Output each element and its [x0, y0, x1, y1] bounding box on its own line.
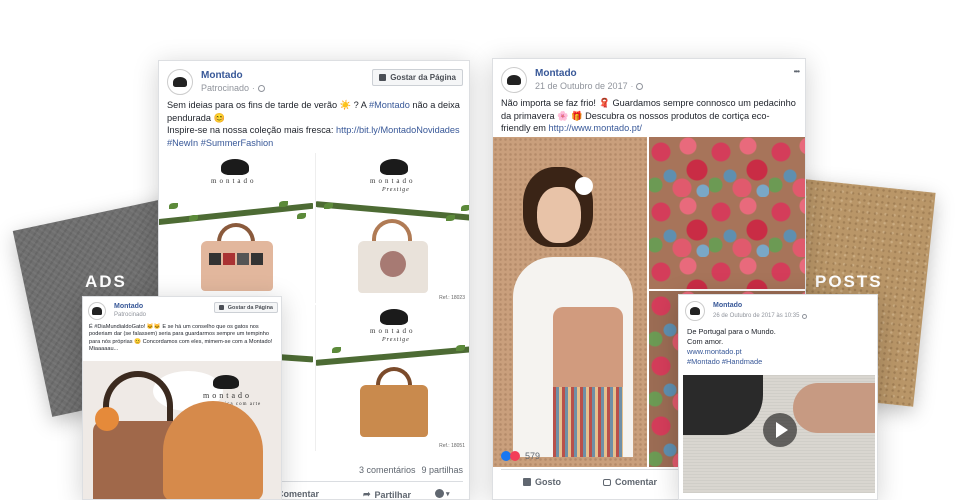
thumbs-up-icon	[379, 74, 387, 81]
like-page-label: Gostar da Página	[227, 304, 273, 311]
posts-label: POSTS	[815, 272, 883, 291]
small-post-text: De Portugal para o Mundo. Com amor. www.…	[687, 327, 873, 367]
brand-wordmark: montado	[211, 177, 257, 185]
more-options-icon[interactable]: •••	[794, 67, 800, 76]
ad-post-text: Sem ideias para os fins de tarde de verã…	[167, 100, 460, 148]
model-photo[interactable]	[493, 137, 647, 467]
like-label: Gosto	[535, 477, 561, 487]
website-link[interactable]: http://www.montado.pt/	[549, 123, 642, 133]
sponsored-label: Patrocinado	[114, 312, 147, 318]
montado-ads-posts-collage: ADS POSTS Montado Patrocinado · Gostar d…	[0, 0, 960, 500]
small-ad-card: Montado Patrocinado Gostar da Página É #…	[82, 296, 282, 500]
like-button[interactable]: Gosto	[523, 477, 561, 487]
product-photo-1[interactable]: montado	[159, 153, 313, 303]
share-button[interactable]: ➦ Partilhar	[363, 489, 412, 500]
play-icon[interactable]	[763, 413, 797, 447]
shares-count[interactable]: 9 partilhas	[422, 465, 464, 475]
thumbs-up-icon	[523, 478, 531, 486]
page-name[interactable]: Montado	[201, 69, 265, 82]
montado-tree-icon	[221, 159, 249, 175]
tree-logo-icon	[172, 76, 188, 88]
small-video-post-card: Montado 26 de Outubro de 2017 às 10:35 D…	[678, 294, 878, 500]
product-photo-2[interactable]: montado Prestige Ref.: 18023	[315, 153, 469, 303]
handbag-image	[360, 385, 428, 437]
post-meta: 21 de Outubro de 2017 ·	[535, 80, 644, 93]
model-face	[537, 187, 581, 243]
sponsored-label: Patrocinado	[201, 83, 250, 93]
post-date[interactable]: 21 de Outubro de 2017	[535, 80, 628, 93]
product-ref: Ref.: 18023	[439, 295, 465, 301]
comment-label: Comentar	[615, 477, 658, 487]
brand-sub: Prestige	[382, 337, 410, 343]
page-name[interactable]: Montado	[114, 302, 146, 311]
cat-bag-photo[interactable]: montado cortiça com arte	[83, 361, 281, 499]
comment-icon	[603, 478, 611, 486]
montado-tree-icon	[380, 159, 408, 175]
brand-wordmark: montado	[370, 327, 416, 335]
love-reaction-icon	[510, 451, 520, 461]
small-ad-header: Montado Patrocinado Gostar da Página	[88, 302, 278, 320]
globe-icon	[257, 85, 265, 92]
small-ad-text: É #DiaMundialdoGato! 🐱🐱 E se há um conse…	[89, 324, 273, 353]
post-date[interactable]: 26 de Outubro de 2017 às 10:35	[713, 311, 799, 321]
handbag-image	[358, 241, 428, 293]
comment-button[interactable]: Comentar	[603, 477, 657, 487]
like-page-button[interactable]: Gostar da Página	[372, 69, 463, 86]
ad-post-header: Montado Patrocinado · Gostar da Página	[167, 69, 463, 95]
page-avatar[interactable]	[685, 301, 705, 321]
post-header: Montado 21 de Outubro de 2017 · •••	[501, 67, 800, 93]
small-post-header: Montado 26 de Outubro de 2017 às 10:35	[685, 301, 873, 321]
chevron-down-icon: ▾	[446, 490, 450, 498]
brand-wordmark: montado	[203, 391, 252, 400]
tree-logo-icon	[92, 307, 102, 315]
cat-image	[163, 401, 263, 499]
share-label: Partilhar	[374, 489, 412, 500]
audience-selector[interactable]: ▾	[435, 489, 450, 498]
comments-count[interactable]: 3 comentários	[359, 465, 416, 475]
brand-sub: Prestige	[382, 187, 410, 193]
globe-icon	[802, 313, 808, 319]
flower	[95, 407, 119, 431]
tree-logo-icon	[506, 74, 522, 86]
website-link[interactable]: www.montado.pt	[687, 347, 873, 357]
post-meta: 26 de Outubro de 2017 às 10:35	[713, 311, 808, 321]
brand-wordmark: montado	[370, 177, 416, 185]
hashtags[interactable]: #Montado #Handmade	[687, 357, 873, 367]
product-ref: Ref.: 18051	[439, 443, 465, 449]
hashtags[interactable]: #NewIn #SummerFashion	[167, 138, 273, 148]
hair-flowers	[575, 177, 593, 195]
reactions-summary[interactable]: 579	[501, 451, 540, 461]
hands-image	[793, 383, 875, 433]
handbag-image	[201, 241, 273, 291]
thumbs-up-icon	[218, 305, 224, 310]
page-avatar[interactable]	[88, 302, 106, 320]
page-avatar[interactable]	[167, 69, 193, 95]
ads-label: ADS	[85, 272, 127, 291]
comment-label: Comentar	[277, 489, 320, 499]
montado-tree-icon	[380, 309, 408, 325]
like-page-button[interactable]: Gostar da Página	[213, 302, 278, 313]
sewing-machine	[683, 375, 763, 435]
reactions-count: 579	[525, 451, 541, 461]
post-meta: Patrocinado ·	[201, 82, 265, 95]
like-page-label: Gostar da Página	[390, 73, 456, 82]
collection-link[interactable]: http://bit.ly/MontadoNovidades	[336, 125, 460, 135]
page-avatar[interactable]	[501, 67, 527, 93]
floral-cork-photo[interactable]	[649, 137, 805, 289]
tree-logo-icon	[689, 306, 701, 316]
page-name[interactable]: Montado	[535, 67, 643, 80]
comment-button[interactable]: Comentar	[277, 489, 319, 499]
fringe-pattern	[553, 387, 623, 457]
globe-icon	[636, 83, 644, 90]
product-photo-4[interactable]: montado Prestige Ref.: 18051	[315, 305, 469, 451]
post-text: Não importa se faz frio! 🧣 Guardamos sem…	[501, 98, 796, 133]
montado-tree-icon	[213, 375, 239, 389]
hashtag-montado[interactable]: #Montado	[369, 100, 410, 110]
page-name[interactable]: Montado	[713, 301, 807, 311]
engagement-summary: 3 comentários 9 partilhas	[359, 465, 463, 475]
video-thumbnail[interactable]	[683, 375, 875, 493]
avatar-icon	[435, 489, 444, 498]
share-icon: ➦	[363, 489, 371, 499]
